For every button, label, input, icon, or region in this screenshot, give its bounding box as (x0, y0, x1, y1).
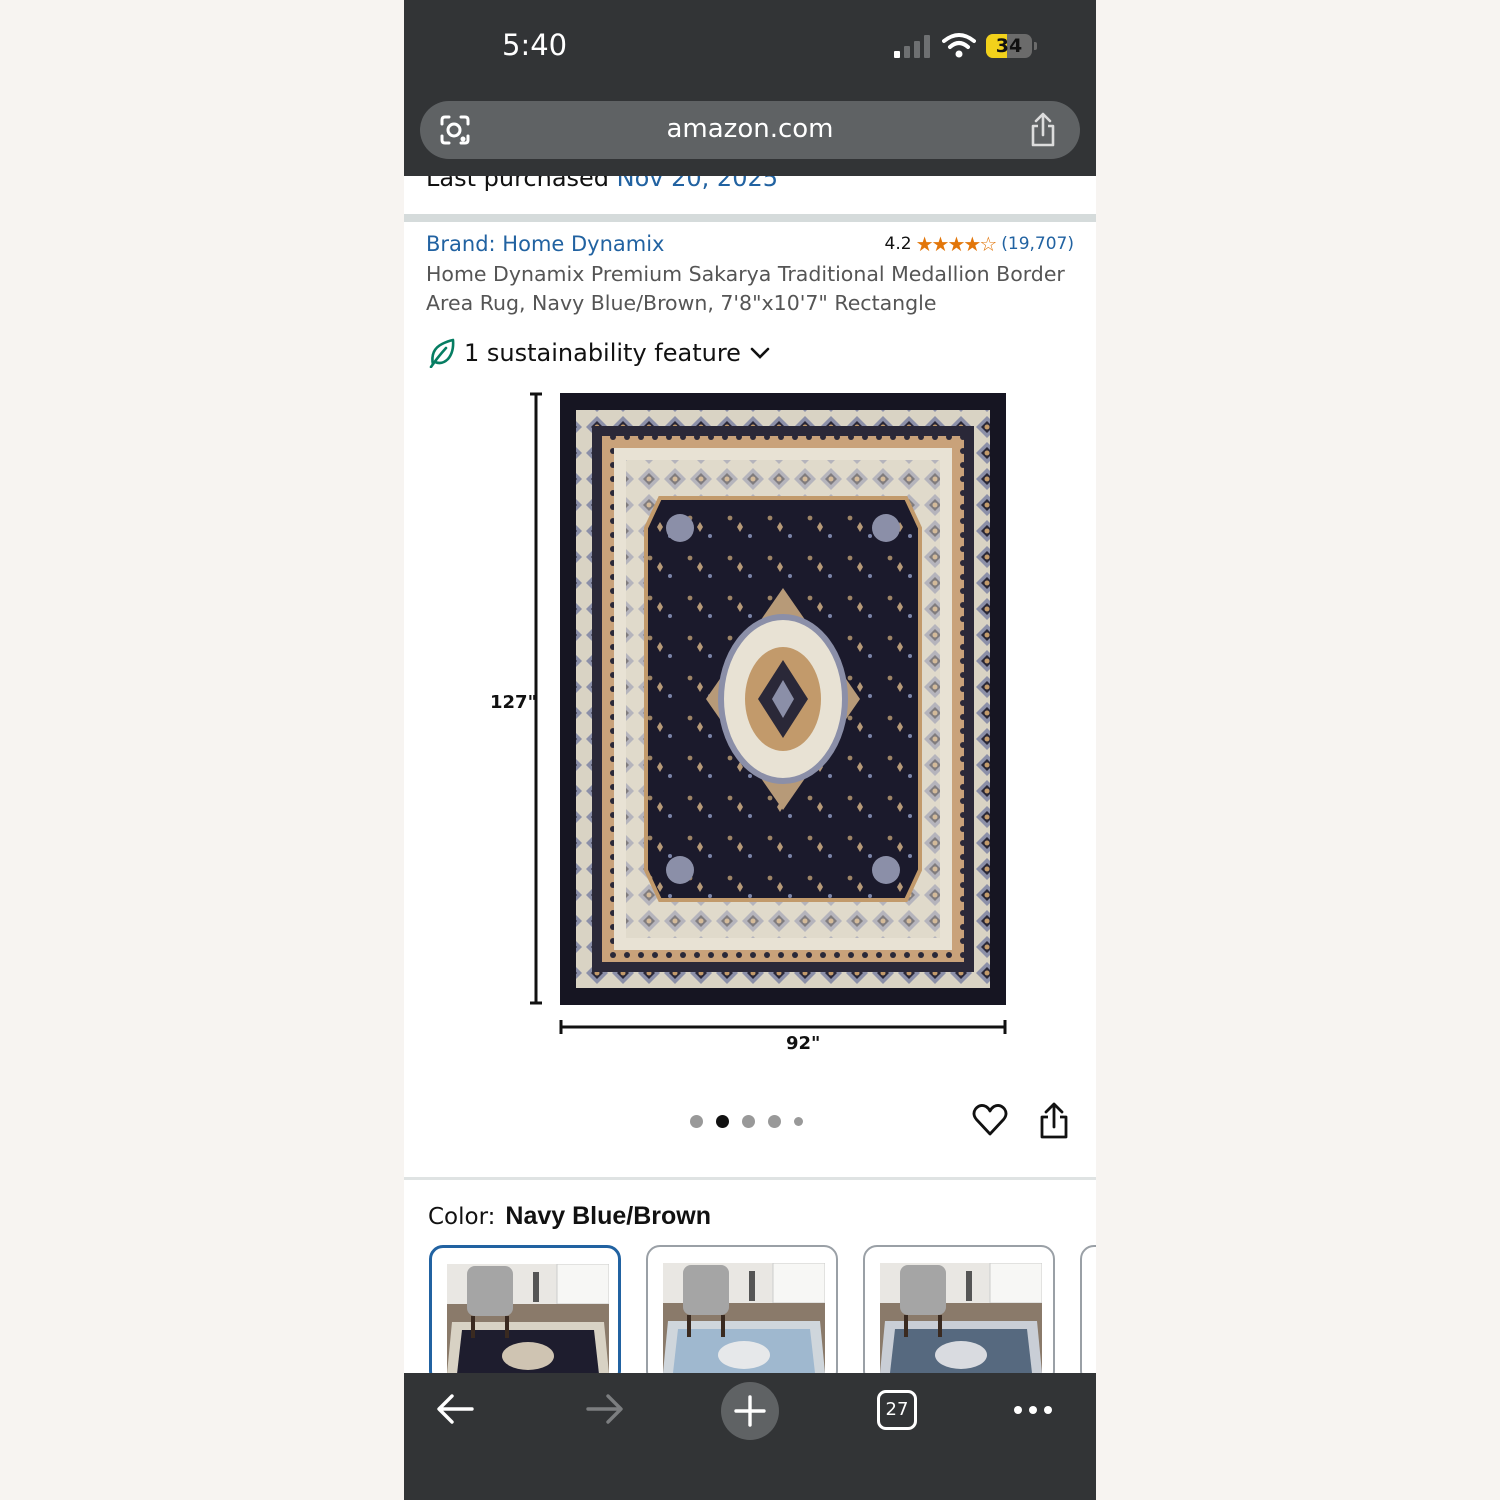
cellular-signal-icon (894, 34, 932, 58)
color-swatch-partial[interactable] (1080, 1245, 1096, 1385)
new-tab-plus-icon[interactable] (720, 1381, 780, 1441)
battery-icon: 34 (986, 34, 1037, 58)
browser-top-bar: 5:40 34 amazon.com (404, 0, 1096, 176)
color-label: Color: (428, 1204, 496, 1230)
leaf-icon (429, 338, 455, 368)
section-divider (404, 1177, 1096, 1180)
share-icon[interactable] (1038, 1102, 1070, 1140)
back-arrow-icon[interactable] (434, 1387, 478, 1431)
color-swatch-blue[interactable] (863, 1245, 1055, 1385)
pagination-dot[interactable] (690, 1114, 703, 1128)
star-rating-icon: ★★★★☆ (915, 232, 998, 256)
selected-color-value: Navy Blue/Brown (505, 1202, 712, 1230)
heart-icon[interactable] (972, 1102, 1008, 1138)
swatch-image (663, 1263, 825, 1373)
status-time: 5:40 (502, 28, 568, 62)
browser-bottom-toolbar: 27 (404, 1373, 1096, 1500)
forward-arrow-icon[interactable] (582, 1387, 626, 1431)
battery-level: 34 (995, 35, 1023, 57)
swatch-image (447, 1264, 609, 1374)
height-dimension-label: 127" (490, 692, 537, 713)
wifi-icon (942, 33, 976, 58)
address-bar[interactable]: amazon.com (420, 101, 1080, 159)
color-swatch-light-blue[interactable] (646, 1245, 838, 1385)
sustainability-label: 1 sustainability feature (464, 339, 741, 367)
pagination-dot-active[interactable] (716, 1114, 729, 1128)
section-divider (404, 214, 1096, 222)
swatch-image (880, 1263, 1042, 1373)
pagination-dot[interactable] (768, 1114, 781, 1128)
brand-link[interactable]: Brand: Home Dynamix (426, 232, 665, 256)
color-swatch-navy-blue-brown[interactable] (429, 1245, 621, 1385)
product-title: Home Dynamix Premium Sakarya Traditional… (426, 262, 1065, 315)
review-count-link[interactable]: (19,707) (1001, 234, 1074, 254)
rug-image: 127" 92" (490, 392, 1007, 1054)
pagination-dot[interactable] (742, 1114, 755, 1128)
rating-summary[interactable]: 4.2 ★★★★☆ (19,707) (885, 232, 1074, 256)
chevron-down-icon (750, 347, 770, 359)
image-pagination[interactable] (690, 1113, 816, 1129)
rating-value: 4.2 (884, 234, 912, 254)
tabs-button[interactable]: 27 (877, 1390, 917, 1430)
width-dimension-label: 92" (786, 1033, 820, 1054)
product-image-carousel[interactable]: 127" 92" (480, 388, 1020, 1068)
color-selector-label: Color: Navy Blue/Brown (428, 1202, 711, 1231)
url-text[interactable]: amazon.com (420, 114, 1080, 144)
pagination-dot[interactable] (794, 1116, 803, 1126)
sustainability-toggle[interactable]: 1 sustainability feature (428, 336, 771, 370)
share-icon[interactable] (1028, 112, 1058, 148)
more-options-icon[interactable] (1012, 1403, 1054, 1417)
phone-screen: 5:40 34 amazon.com Last purchased Nov 20… (404, 0, 1096, 1500)
tab-count: 27 (885, 1399, 909, 1420)
